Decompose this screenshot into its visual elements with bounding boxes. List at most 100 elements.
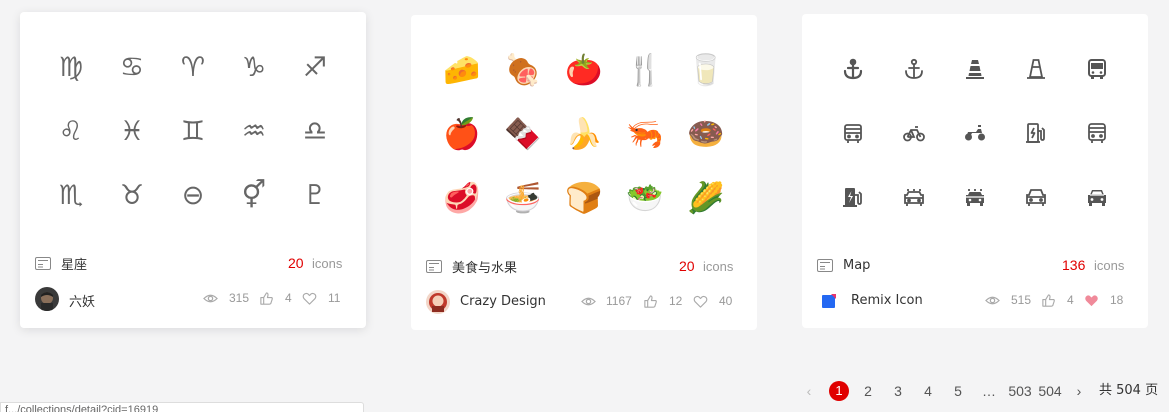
page-3-button[interactable]: 3 xyxy=(890,380,906,402)
collection-icon xyxy=(35,256,51,270)
thumbs-up-icon[interactable] xyxy=(259,291,274,306)
page-1-button[interactable]: 1 xyxy=(829,381,849,401)
collection-info: 美食与水果 20 icons xyxy=(411,255,757,277)
cheese-icon[interactable]: 🧀 xyxy=(442,51,482,91)
bread-icon[interactable]: 🍞 xyxy=(564,179,604,219)
pluto-icon[interactable]: ♇ xyxy=(295,175,335,215)
icon-preview-grid[interactable] xyxy=(802,14,1148,234)
motorbike-fill-icon[interactable] xyxy=(955,113,995,153)
shrimp-icon[interactable]: 🦐 xyxy=(625,115,665,155)
leo-icon[interactable]: ♌ xyxy=(51,111,91,151)
libra-icon[interactable]: ♎ xyxy=(295,111,335,151)
author-row: 六妖 315 4 11 xyxy=(20,287,366,311)
pisces-icon[interactable]: ♓ xyxy=(112,111,152,151)
traffic-cone-line-icon[interactable] xyxy=(1016,49,1056,89)
pagination-ellipsis[interactable]: … xyxy=(978,380,1000,402)
apple-icon[interactable]: 🍎 xyxy=(442,115,482,155)
taurus-icon[interactable]: ♉ xyxy=(112,175,152,215)
virgo-icon[interactable]: ♍ xyxy=(51,47,91,87)
gemini-icon[interactable]: ♊ xyxy=(173,111,213,151)
aquarius-icon[interactable]: ♒ xyxy=(234,111,274,151)
fork-spoon-icon[interactable]: 🍴 xyxy=(625,51,665,91)
eye-icon xyxy=(203,291,218,306)
thumbs-up-icon[interactable] xyxy=(643,294,658,309)
page-5-button[interactable]: 5 xyxy=(950,380,966,402)
venus-mars-icon[interactable]: ⚥ xyxy=(234,175,274,215)
corn-icon[interactable]: 🌽 xyxy=(686,179,726,219)
sagittarius-icon[interactable]: ♐ xyxy=(295,47,335,87)
noodle-bowl-icon[interactable]: 🍜 xyxy=(503,179,543,219)
avatar[interactable] xyxy=(817,289,841,313)
milk-bottle-icon[interactable]: 🥛 xyxy=(686,51,726,91)
favorite-count: 18 xyxy=(1110,293,1124,307)
bike-line-icon[interactable] xyxy=(894,113,934,153)
next-page-button[interactable]: › xyxy=(1072,380,1086,402)
car-fill-icon[interactable] xyxy=(1077,177,1117,217)
bus-2-line-icon[interactable] xyxy=(1077,113,1117,153)
chocolate-cake-icon[interactable]: 🍫 xyxy=(503,115,543,155)
earth-symbol-icon[interactable]: ⊖ xyxy=(173,175,213,215)
collection-info: Map 136 icons xyxy=(802,254,1148,276)
scorpio-icon[interactable]: ♏ xyxy=(51,175,91,215)
like-count: 4 xyxy=(285,291,292,305)
collection-title[interactable]: 星座 xyxy=(61,254,87,273)
collection-icon xyxy=(426,259,442,273)
collection-card-zodiac[interactable]: ♍ ♋ ♈ ♑ ♐ ♌ ♓ ♊ ♒ ♎ ♏ ♉ ⊖ ⚥ ♇ 星座 20 icons 六妖 315 4 11 xyxy=(20,12,366,328)
donut-icon[interactable]: 🍩 xyxy=(686,115,726,155)
ham-icon[interactable]: 🍖 xyxy=(503,51,543,91)
heart-filled-icon[interactable] xyxy=(1084,293,1099,308)
collection-title[interactable]: Map xyxy=(843,258,870,273)
icon-count-unit: icons xyxy=(312,255,343,271)
eye-icon xyxy=(985,293,1000,308)
cancer-icon[interactable]: ♋ xyxy=(112,47,152,87)
banana-icon[interactable]: 🍌 xyxy=(564,115,604,155)
aries-icon[interactable]: ♈ xyxy=(173,47,213,87)
page-4-button[interactable]: 4 xyxy=(920,380,936,402)
favorite-count: 11 xyxy=(328,291,341,305)
thumbs-up-icon[interactable] xyxy=(1041,293,1056,308)
taxi-fill-icon[interactable] xyxy=(955,177,995,217)
page-504-button[interactable]: 504 xyxy=(1037,380,1063,402)
taxi-line-icon[interactable] xyxy=(894,177,934,217)
bus-line-icon[interactable] xyxy=(833,113,873,153)
icon-count-unit: icons xyxy=(703,258,734,274)
salad-bowl-icon[interactable]: 🥗 xyxy=(625,179,665,219)
prev-page-button[interactable]: ‹ xyxy=(802,380,816,402)
status-url: f.../collections/detail?cid=16919 xyxy=(0,402,364,412)
favorite-count: 40 xyxy=(719,294,733,308)
author-name[interactable]: Remix Icon xyxy=(851,293,923,308)
like-count: 4 xyxy=(1067,293,1074,307)
anchor-fill-icon[interactable] xyxy=(833,49,873,89)
page-503-button[interactable]: 503 xyxy=(1007,380,1033,402)
charging-pile-line-icon[interactable] xyxy=(1016,113,1056,153)
steak-icon[interactable]: 🥩 xyxy=(442,179,482,219)
icon-preview-grid[interactable]: 🧀 🍖 🍅 🍴 🥛 🍎 🍫 🍌 🦐 🍩 🥩 🍜 🍞 🥗 🌽 xyxy=(411,15,757,235)
icon-count-unit: icons xyxy=(1094,257,1125,273)
car-line-icon[interactable] xyxy=(1016,177,1056,217)
heart-icon[interactable] xyxy=(302,291,317,306)
avatar[interactable] xyxy=(35,287,59,311)
traffic-cone-fill-icon[interactable] xyxy=(955,49,995,89)
author-name[interactable]: Crazy Design xyxy=(460,294,546,309)
author-name[interactable]: 六妖 xyxy=(69,291,95,310)
collection-info: 星座 20 icons xyxy=(20,252,366,274)
anchor-line-icon[interactable] xyxy=(894,49,934,89)
charging-pile-fill-icon[interactable] xyxy=(833,177,873,217)
bus-fill-icon[interactable] xyxy=(1077,49,1117,89)
heart-icon[interactable] xyxy=(693,294,708,309)
icon-count: 20 xyxy=(288,255,304,271)
view-count: 515 xyxy=(1011,293,1032,307)
icon-preview-grid[interactable]: ♍ ♋ ♈ ♑ ♐ ♌ ♓ ♊ ♒ ♎ ♏ ♉ ⊖ ⚥ ♇ xyxy=(20,12,366,232)
collection-title[interactable]: 美食与水果 xyxy=(452,257,517,276)
avatar[interactable] xyxy=(426,290,450,314)
author-row: Crazy Design 1167 12 40 xyxy=(411,290,757,314)
collection-card-map[interactable]: Map 136 icons Remix Icon 515 4 18 xyxy=(802,14,1148,328)
icon-count: 136 xyxy=(1062,257,1086,273)
collection-card-food[interactable]: 🧀 🍖 🍅 🍴 🥛 🍎 🍫 🍌 🦐 🍩 🥩 🍜 🍞 🥗 🌽 美食与水果 20 icons Crazy Des… xyxy=(411,15,757,330)
author-row: Remix Icon 515 4 18 xyxy=(802,289,1148,313)
total-pages: 共 504 页 xyxy=(1099,383,1159,398)
tomato-icon[interactable]: 🍅 xyxy=(564,51,604,91)
capricorn-icon[interactable]: ♑ xyxy=(234,47,274,87)
icon-count: 20 xyxy=(679,258,695,274)
page-2-button[interactable]: 2 xyxy=(860,380,876,402)
